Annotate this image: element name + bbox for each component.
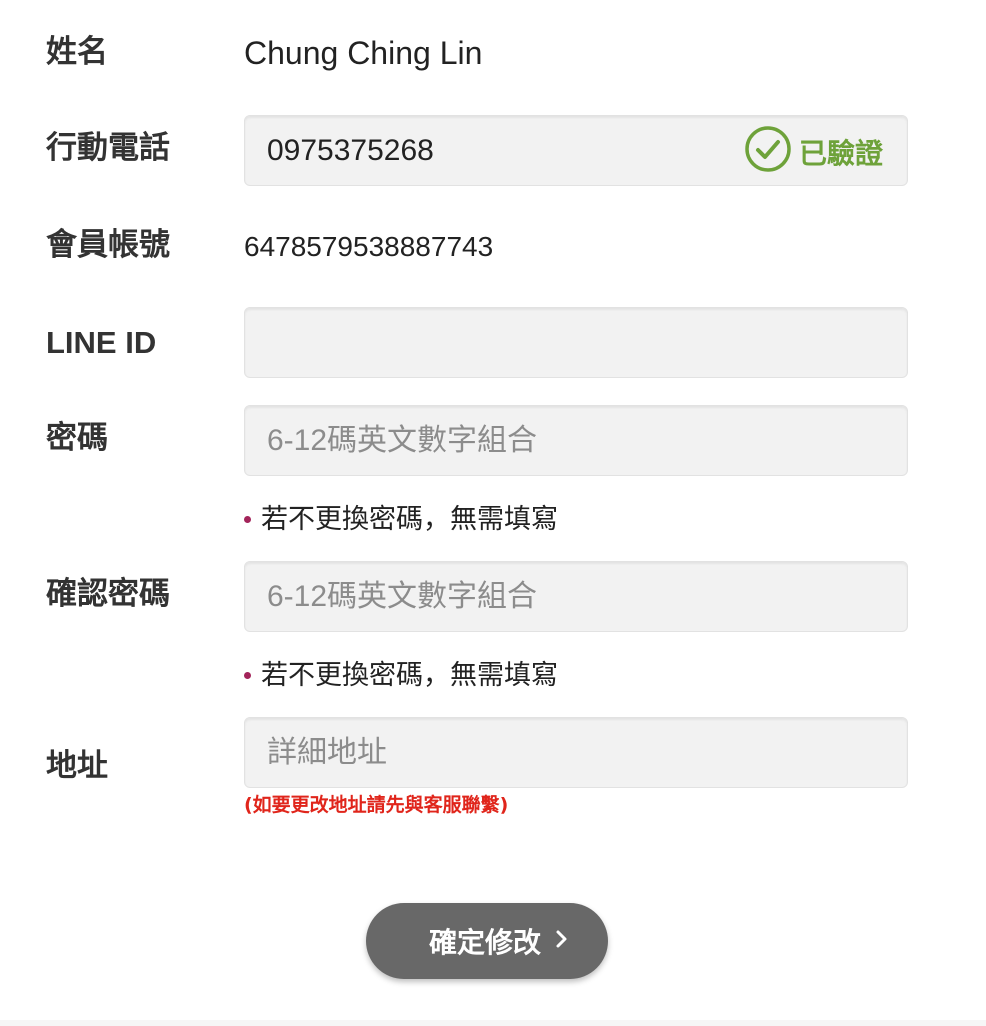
password-input[interactable] (245, 406, 907, 475)
confirm-edit-label: 確定修改 (428, 926, 541, 959)
name-label: 姓名 (46, 34, 108, 70)
confirm-password-input[interactable] (245, 562, 907, 631)
chevron-right-icon (555, 928, 569, 955)
address-label: 地址 (46, 748, 108, 784)
confirm-password-label: 確認密碼 (46, 576, 170, 612)
page-bottom-divider (0, 1020, 986, 1026)
password-field (244, 405, 908, 476)
address-notice: (如要更改地址請先與客服聯繫) (244, 794, 509, 816)
address-field (244, 717, 908, 788)
address-input[interactable] (245, 718, 907, 787)
account-label: 會員帳號 (46, 227, 170, 263)
phone-label: 行動電話 (46, 130, 170, 166)
line-id-field (244, 307, 908, 378)
name-value: Chung Ching Lin (244, 35, 483, 71)
bullet-dot (244, 516, 251, 523)
member-profile-form: 姓名 Chung Ching Lin 行動電話 已驗證 會員帳號 6478579… (0, 0, 986, 1026)
line-id-label: LINE ID (46, 325, 157, 360)
line-id-input[interactable] (245, 308, 907, 377)
password-hint-text: 若不更換密碼，無需填寫 (261, 504, 558, 535)
verified-badge: 已驗證 (745, 125, 883, 175)
phone-field: 已驗證 (244, 115, 908, 186)
password-hint: 若不更換密碼，無需填寫 (244, 506, 558, 533)
verified-label: 已驗證 (798, 137, 883, 170)
confirm-password-field (244, 561, 908, 632)
bullet-dot (244, 672, 251, 679)
check-circle-icon (745, 125, 791, 179)
confirm-edit-button[interactable]: 確定修改 (366, 903, 608, 979)
confirm-password-hint-text: 若不更換密碼，無需填寫 (261, 660, 558, 691)
password-label: 密碼 (46, 420, 108, 456)
confirm-password-hint: 若不更換密碼，無需填寫 (244, 662, 558, 689)
account-value: 6478579538887743 (244, 231, 494, 262)
